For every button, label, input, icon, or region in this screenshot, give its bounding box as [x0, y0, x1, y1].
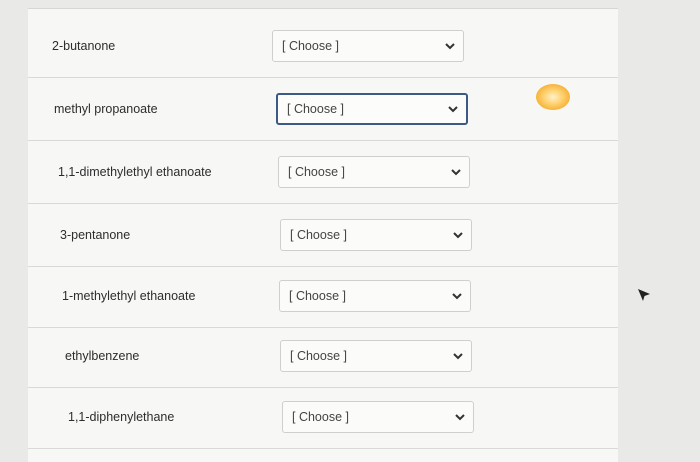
chevron-down-icon	[455, 413, 465, 421]
answer-dropdown[interactable]: [ Choose ]	[276, 93, 468, 125]
answer-dropdown[interactable]: [ Choose ]	[278, 156, 470, 188]
chevron-down-icon	[445, 42, 455, 50]
compound-label: 1,1-dimethylethyl ethanoate	[58, 165, 212, 179]
compound-label: 1,1-diphenylethane	[68, 410, 175, 424]
answer-dropdown[interactable]: [ Choose ]	[280, 340, 472, 372]
compound-label: 3-pentanone	[60, 228, 131, 242]
matching-question-panel: 2-butanone [ Choose ] methyl propanoate …	[28, 8, 618, 462]
question-row: methyl propanoate [ Choose ]	[28, 78, 618, 141]
dropdown-value: [ Choose ]	[289, 289, 346, 303]
question-row: 1,1-dimethylethyl ethanoate [ Choose ]	[28, 141, 618, 204]
mouse-pointer-icon	[637, 288, 651, 302]
dropdown-value: [ Choose ]	[287, 102, 344, 116]
compound-label: 1-methylethyl ethanoate	[62, 289, 196, 303]
question-row: 1,1-diphenylethane [ Choose ]	[28, 386, 618, 449]
dropdown-value: [ Choose ]	[292, 410, 349, 424]
question-row: 3-pentanone [ Choose ]	[28, 204, 618, 267]
chevron-down-icon	[453, 352, 463, 360]
answer-dropdown[interactable]: [ Choose ]	[279, 280, 471, 312]
compound-label: 2-butanone	[52, 39, 116, 53]
answer-dropdown[interactable]: [ Choose ]	[272, 30, 464, 62]
compound-label: ethylbenzene	[65, 349, 140, 363]
answer-dropdown[interactable]: [ Choose ]	[280, 219, 472, 251]
question-row: 1-methylethyl ethanoate [ Choose ]	[28, 265, 618, 328]
dropdown-value: [ Choose ]	[282, 39, 339, 53]
question-row: 2-butanone [ Choose ]	[28, 15, 618, 78]
dropdown-value: [ Choose ]	[290, 349, 347, 363]
chevron-down-icon	[448, 105, 458, 113]
chevron-down-icon	[451, 168, 461, 176]
dropdown-value: [ Choose ]	[288, 165, 345, 179]
question-row: ethylbenzene [ Choose ]	[28, 325, 618, 388]
light-glare	[536, 84, 570, 110]
chevron-down-icon	[452, 292, 462, 300]
dropdown-value: [ Choose ]	[290, 228, 347, 242]
chevron-down-icon	[453, 231, 463, 239]
compound-label: methyl propanoate	[54, 102, 158, 116]
answer-dropdown[interactable]: [ Choose ]	[282, 401, 474, 433]
